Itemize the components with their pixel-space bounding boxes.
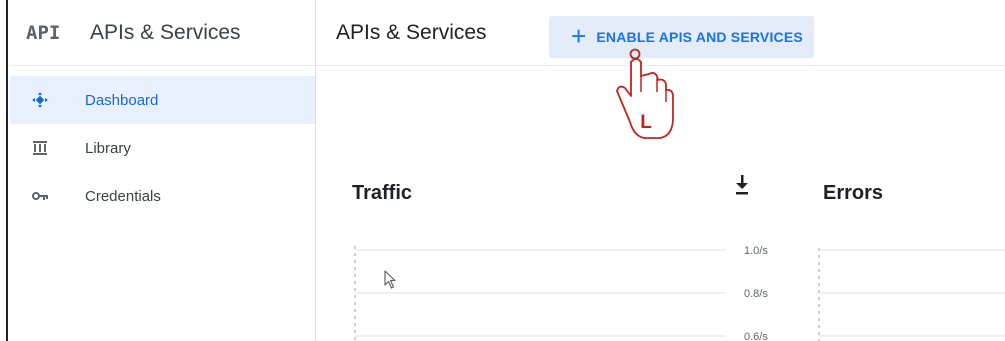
- page-title: APIs & Services: [336, 20, 487, 44]
- y-tick-label: 0.6/s: [744, 331, 768, 341]
- window-edge: [0, 0, 8, 341]
- y-tick-label: 1.0/s: [744, 245, 768, 257]
- sidebar-item-dashboard[interactable]: Dashboard: [10, 76, 315, 124]
- traffic-title: Traffic: [352, 182, 413, 204]
- sidebar: API APIs & Services Dashboard Library Cr…: [10, 0, 316, 341]
- sidebar-item-label: Dashboard: [85, 91, 159, 109]
- hand-letter: L: [640, 112, 652, 133]
- errors-chart: [818, 248, 1005, 341]
- enable-apis-label: ENABLE APIS AND SERVICES: [596, 29, 803, 45]
- sidebar-item-credentials[interactable]: Credentials: [10, 172, 315, 220]
- hand-pointer-icon: L: [616, 48, 674, 139]
- sidebar-item-library[interactable]: Library: [10, 124, 315, 172]
- errors-title: Errors: [823, 182, 884, 204]
- app-window: API APIs & Services Dashboard Library Cr…: [10, 0, 1005, 341]
- enable-apis-button[interactable]: + ENABLE APIS AND SERVICES: [549, 16, 814, 58]
- sidebar-title: APIs & Services: [90, 20, 241, 44]
- key-icon: [29, 185, 51, 207]
- download-icon[interactable]: [734, 174, 750, 196]
- sidebar-item-label: Library: [85, 139, 131, 157]
- sidebar-item-label: Credentials: [85, 187, 161, 205]
- sidebar-nav: Dashboard Library Credentials: [10, 76, 315, 220]
- sidebar-header: API APIs & Services: [10, 0, 315, 66]
- library-icon: [29, 137, 51, 159]
- api-logo: API: [26, 21, 61, 44]
- y-tick-label: 0.8/s: [744, 288, 768, 300]
- traffic-chart: 1.0/s 0.8/s 0.6/s: [354, 245, 768, 341]
- dashboard-icon: [29, 89, 51, 111]
- plus-icon: +: [571, 21, 587, 51]
- mouse-cursor-icon: [384, 270, 396, 289]
